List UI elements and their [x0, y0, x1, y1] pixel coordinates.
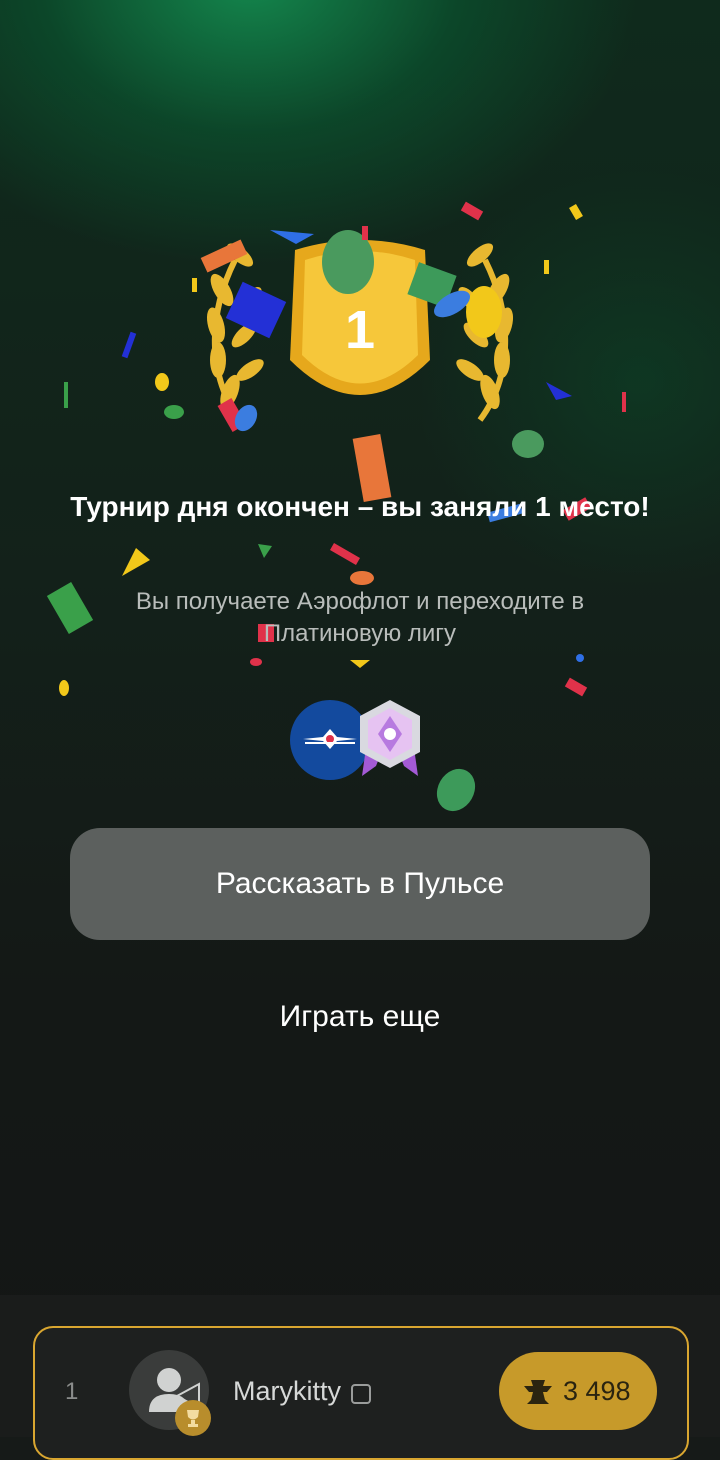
share-in-pulse-button[interactable]: Рассказать в Пульсе: [70, 828, 650, 940]
checkbox-icon: [351, 1384, 371, 1404]
anvil-icon: [524, 1380, 552, 1404]
score-badge: 3 498: [499, 1352, 657, 1430]
play-again-button[interactable]: Играть еще: [200, 990, 520, 1044]
tournament-result-title: Турнир дня окончен – вы заняли 1 место!: [70, 491, 650, 522]
platinum-league-badge-icon: [360, 700, 420, 776]
trophy-icon: [175, 1400, 211, 1436]
avatar[interactable]: [129, 1350, 211, 1436]
tournament-reward-text: Вы получаете Аэрофлот и переходите в Пла…: [135, 588, 585, 647]
player-name: Marykitty: [233, 1376, 341, 1406]
player-rank: 1: [65, 1378, 79, 1405]
rewards-row: [290, 700, 430, 780]
score-value: 3 498: [563, 1376, 631, 1406]
leaderboard-player-row[interactable]: 1 Marykitty 3 498: [33, 1326, 689, 1460]
